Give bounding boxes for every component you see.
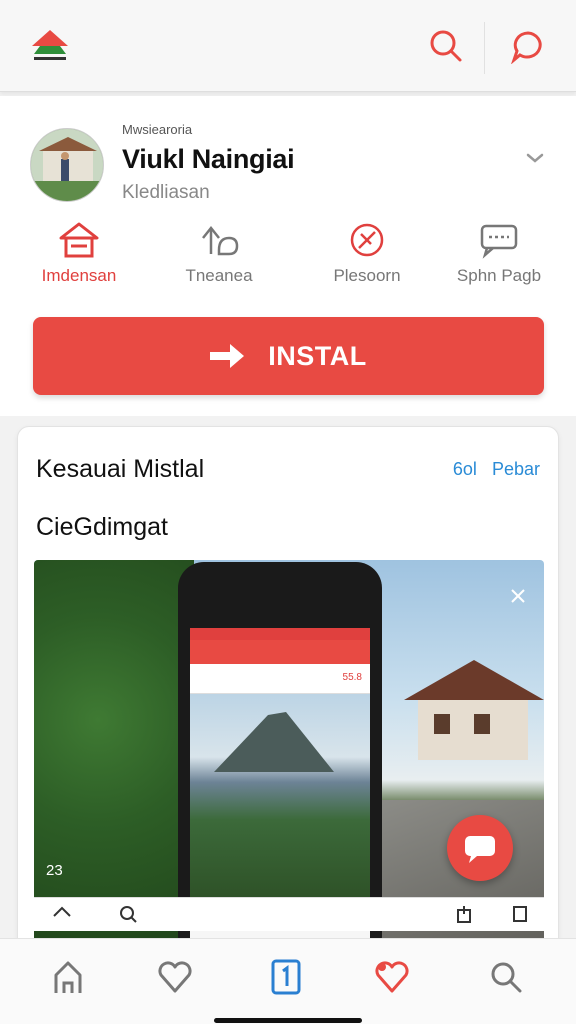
phone-statusbar — [190, 628, 370, 640]
quick-action-label: Tneanea — [185, 266, 253, 285]
message-icon — [480, 224, 518, 259]
home-icon[interactable] — [48, 957, 88, 997]
book-icon[interactable] — [266, 957, 306, 997]
preview-panel: Kesauai Mistlal 6ol Pebar CieGdimgat 55.… — [17, 426, 559, 966]
house-image — [404, 660, 544, 760]
house-logo-icon[interactable] — [30, 28, 70, 64]
image-counter: 23 — [46, 862, 63, 879]
top-bar — [0, 0, 576, 92]
quick-action-compass[interactable]: Plesoorn — [302, 220, 432, 286]
home-indicator — [214, 1018, 362, 1023]
avatar-image — [31, 129, 103, 201]
bookmark-icon[interactable] — [510, 904, 530, 924]
search-icon[interactable] — [118, 904, 138, 924]
favorite-icon[interactable] — [372, 957, 412, 997]
app-name: Viukl Naingiai — [122, 144, 295, 174]
bottom-navigation — [0, 938, 576, 1024]
phone-price: 55.8 — [342, 672, 362, 683]
preview-toolbar — [34, 897, 544, 931]
panel-links: 6ol Pebar — [443, 459, 540, 480]
search-icon[interactable] — [486, 957, 526, 997]
close-icon[interactable] — [508, 586, 528, 606]
chat-bubble-icon[interactable] — [510, 28, 546, 64]
app-meta-top: Mwsiearoria — [122, 122, 193, 137]
quick-action-label: Plesoorn — [333, 266, 401, 285]
panel-subtitle: CieGdimgat — [36, 513, 168, 541]
chat-button[interactable] — [447, 815, 513, 881]
compass-icon — [350, 223, 384, 257]
search-icon[interactable] — [428, 28, 464, 64]
quick-action-label: Imdensan — [41, 266, 117, 285]
share-icon — [202, 225, 239, 256]
install-button[interactable]: INSTAL — [33, 317, 544, 395]
heart-icon[interactable] — [155, 957, 195, 997]
install-label: INSTAL — [268, 340, 367, 371]
quick-action-share[interactable]: Tneanea — [154, 220, 284, 286]
chevron-down-icon[interactable] — [522, 148, 548, 168]
phone-header — [190, 640, 370, 664]
link-see-all[interactable]: 6ol — [453, 459, 477, 479]
quick-action-message[interactable]: Sphn Pagb — [434, 220, 564, 286]
app-subtitle: Kledliasan — [122, 182, 210, 203]
divider — [484, 22, 485, 74]
share-icon[interactable] — [454, 904, 474, 924]
panel-title: Kesauai Mistlal — [36, 455, 205, 483]
quick-action-label: Sphn Pagb — [456, 266, 542, 285]
arrow-right-icon — [210, 344, 245, 368]
home-icon — [59, 222, 99, 258]
chat-icon — [465, 836, 495, 863]
home-outline-icon[interactable] — [52, 904, 72, 924]
quick-action-home[interactable]: Imdensan — [14, 220, 144, 286]
link-rebar[interactable]: Pebar — [492, 459, 540, 479]
avatar[interactable] — [30, 128, 104, 202]
